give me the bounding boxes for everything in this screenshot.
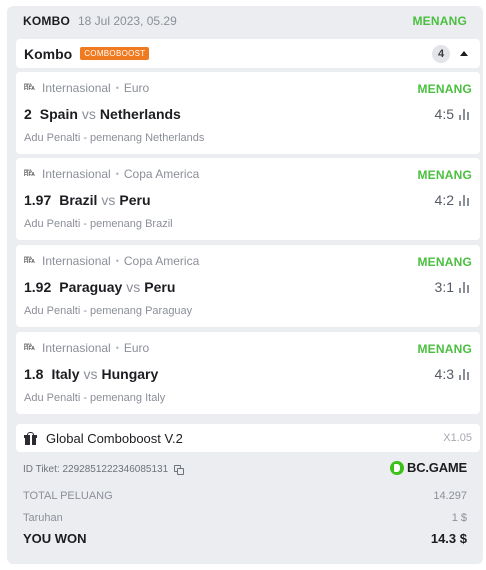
comboboost-multiplier: X1.05 [443, 432, 472, 444]
match-score: 3:1 [434, 279, 454, 295]
home-team: Brazil [59, 192, 98, 208]
separator-dot: • [115, 169, 119, 179]
match-score: 4:2 [434, 192, 454, 208]
bet-card: FIFA FIFA Internasional • Euro MENANG 2 S… [16, 72, 480, 154]
match-line: 2 Spain vs Netherlands [24, 106, 181, 122]
vs-label: vs [126, 279, 141, 295]
bet-market: Adu Penalti - pemenang Brazil [24, 218, 173, 230]
bet-market: Adu Penalti - pemenang Paraguay [24, 305, 193, 317]
bet-ticket: KOMBO 18 Jul 2023, 05.29 MENANG Kombo CO… [7, 6, 483, 564]
competition-name: Euro [123, 341, 150, 355]
bet-status: MENANG [417, 255, 472, 269]
stats-icon[interactable] [459, 195, 470, 206]
competition-name: Euro [123, 81, 150, 95]
stats-icon[interactable] [459, 369, 470, 380]
combo-toggle[interactable]: Kombo COMBOBOOST 4 [16, 39, 480, 68]
ticket-header: KOMBO 18 Jul 2023, 05.29 MENANG [7, 6, 483, 36]
competition-name: Copa America [123, 254, 200, 268]
payout-label: YOU WON [23, 531, 87, 546]
bc-game-logo-icon [390, 460, 404, 475]
bet-status: MENANG [417, 168, 472, 182]
stats-icon[interactable] [459, 109, 470, 120]
bet-status: MENANG [417, 82, 472, 96]
gift-icon [24, 431, 37, 445]
match-line: 1.8 Italy vs Hungary [24, 366, 158, 382]
brand-name: BC.GAME [407, 460, 467, 475]
ticket-status: MENANG [412, 14, 467, 28]
bet-card: FIFA FIFA Internasional • Copa America ME… [16, 158, 480, 240]
away-team: Netherlands [99, 106, 181, 122]
copy-icon[interactable] [174, 464, 185, 475]
total-odds-row: TOTAL PELUANG 14.297 [23, 490, 467, 502]
stats-icon[interactable] [459, 282, 470, 293]
fifa-logo-icon: FIFA FIFA [24, 342, 35, 352]
match-score: 4:3 [434, 366, 454, 382]
match-line: 1.97 Brazil vs Peru [24, 192, 151, 208]
bet-market: Adu Penalti - pemenang Italy [24, 392, 166, 404]
home-team: Spain [39, 106, 78, 122]
bet-status: MENANG [417, 342, 472, 356]
bet-card: FIFA FIFA Internasional • Copa America ME… [16, 245, 480, 327]
total-odds-label: TOTAL PELUANG [23, 490, 113, 502]
bet-market: Adu Penalti - pemenang Netherlands [24, 132, 205, 144]
stake-row: Taruhan 1 $ [23, 512, 467, 524]
separator-dot: • [115, 83, 119, 93]
league-line: FIFA FIFA Internasional • Copa America [24, 254, 199, 268]
match-score: 4:5 [434, 106, 454, 122]
payout-value: 14.3 $ [430, 531, 467, 546]
separator-dot: • [115, 343, 119, 353]
selection-count: 4 [432, 44, 450, 63]
vs-label: vs [83, 366, 98, 382]
match-line: 1.92 Paraguay vs Peru [24, 279, 175, 295]
league-name: Internasional [42, 341, 111, 355]
bet-odds: 2 [24, 106, 32, 122]
comboboost-label: Global Comboboost V.2 [46, 430, 183, 446]
bet-type: KOMBO [23, 14, 70, 28]
ticket-id: ID Tiket: 2292851222346085131 [23, 464, 185, 475]
bet-odds: 1.8 [24, 366, 44, 382]
comboboost-row: Global Comboboost V.2 X1.05 [16, 424, 480, 452]
payout-row: YOU WON 14.3 $ [23, 531, 467, 546]
comboboost-badge: COMBOBOOST [80, 47, 150, 60]
vs-label: vs [101, 192, 116, 208]
bet-odds: 1.97 [24, 192, 52, 208]
away-team: Hungary [101, 366, 159, 382]
bet-date: 18 Jul 2023, 05.29 [78, 14, 177, 28]
bet-card: FIFA FIFA Internasional • Euro MENANG 1.8… [16, 332, 480, 414]
league-line: FIFA FIFA Internasional • Euro [24, 81, 149, 95]
ticket-id-label: ID Tiket: [23, 464, 60, 475]
home-team: Paraguay [59, 279, 123, 295]
home-team: Italy [51, 366, 80, 382]
competition-name: Copa America [123, 167, 200, 181]
fifa-logo-icon: FIFA FIFA [24, 82, 35, 92]
brand-logo: BC.GAME [390, 460, 467, 475]
league-name: Internasional [42, 254, 111, 268]
league-line: FIFA FIFA Internasional • Copa America [24, 167, 199, 181]
away-team: Peru [144, 279, 176, 295]
bet-odds: 1.92 [24, 279, 52, 295]
combo-title: Kombo [24, 45, 73, 62]
chevron-up-icon[interactable] [460, 51, 468, 56]
away-team: Peru [119, 192, 151, 208]
stake-value: 1 $ [451, 512, 467, 524]
stake-label: Taruhan [23, 512, 63, 524]
fifa-logo-icon: FIFA FIFA [24, 168, 35, 178]
league-line: FIFA FIFA Internasional • Euro [24, 341, 149, 355]
vs-label: vs [81, 106, 96, 122]
ticket-id-value: 2292851222346085131 [62, 464, 169, 475]
fifa-logo-icon: FIFA FIFA [24, 255, 35, 265]
separator-dot: • [115, 256, 119, 266]
total-odds-value: 14.297 [433, 490, 467, 502]
league-name: Internasional [42, 167, 111, 181]
league-name: Internasional [42, 81, 111, 95]
